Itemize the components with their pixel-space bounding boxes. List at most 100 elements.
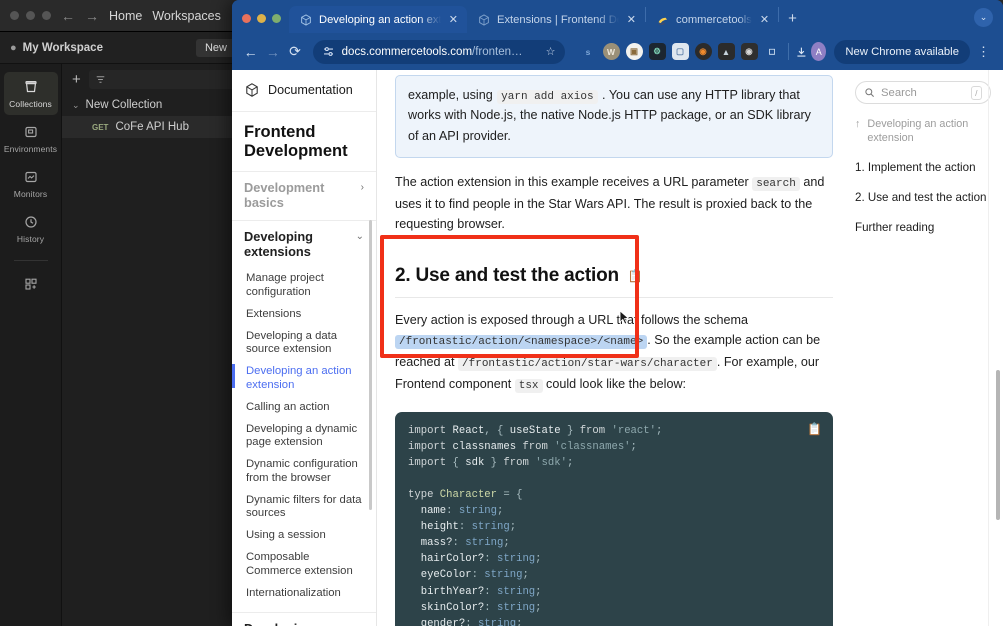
docs-sidebar-header[interactable]: Documentation xyxy=(232,70,376,112)
extension-book-icon[interactable]: ▢ xyxy=(671,43,689,60)
window-minimize-button[interactable] xyxy=(257,14,266,23)
code-token: { xyxy=(452,456,466,469)
extension-w-icon[interactable]: W xyxy=(602,43,620,60)
sidebar-item-calling-an-action[interactable]: Calling an action xyxy=(232,397,376,419)
extension-duck-icon[interactable]: ◻ xyxy=(763,43,781,60)
collection-row[interactable]: ⌄ New Collection xyxy=(62,94,246,116)
code-token: } xyxy=(560,424,580,437)
tab-strip: Developing an action extensi ✕ Extension… xyxy=(232,0,1003,33)
extension-gear-icon[interactable]: ⚙ xyxy=(648,43,666,60)
sidebar-scrollbar[interactable] xyxy=(369,220,372,510)
main-content: example, using yarn add axios . You can … xyxy=(377,70,843,626)
mac-window-controls[interactable] xyxy=(240,14,289,33)
code-token: import xyxy=(408,440,453,453)
postman-body: Collections Environments Monitors Histor… xyxy=(0,64,246,626)
address-bar[interactable]: docs.commercetools.com/fronten… ☆ xyxy=(312,39,565,64)
sidebar-item-internationalization[interactable]: Internationalization xyxy=(232,583,376,605)
extension-s-icon[interactable]: s xyxy=(579,43,597,60)
new-tab-button[interactable]: + xyxy=(779,10,806,33)
sidebar-item-using-a-session[interactable]: Using a session xyxy=(232,525,376,547)
postman-forward-icon[interactable]: → xyxy=(85,9,99,23)
heading-rule xyxy=(395,296,833,298)
nav-item-wrap: Manage project configuration xyxy=(232,268,376,304)
postman-home-link[interactable]: Home xyxy=(109,9,142,23)
profile-avatar[interactable]: A xyxy=(811,42,827,61)
request-name: CoFe API Hub xyxy=(115,121,189,133)
browser-tab-3[interactable]: commercetools ✕ xyxy=(646,6,778,33)
postman-window-controls[interactable] xyxy=(10,11,51,20)
nav-group-developing-components[interactable]: Developing components › xyxy=(232,612,376,626)
code-line: hairColor?: string; xyxy=(408,551,820,567)
sidebar-item-dynamic-filters-for-data-sources[interactable]: Dynamic filters for data sources xyxy=(232,490,376,526)
sidebar-item-extensions[interactable]: Extensions xyxy=(232,304,376,326)
tab-search-button[interactable]: ⌄ xyxy=(974,8,993,27)
filter-input[interactable] xyxy=(88,69,236,89)
sidebar-item-environments[interactable]: Environments xyxy=(4,117,58,160)
code-line: mass?: string; xyxy=(408,535,820,551)
sidebar-item-dynamic-configuration-from-the-browser[interactable]: Dynamic configuration from the browser xyxy=(232,454,376,490)
update-chrome-button[interactable]: New Chrome available xyxy=(834,39,970,64)
sidebar-item-developing-an-action-extension[interactable]: Developing an action extension xyxy=(232,361,376,397)
download-icon[interactable] xyxy=(795,44,808,60)
sidebar-item-composable-commerce-extension[interactable]: Composable Commerce extension xyxy=(232,547,376,583)
sidebar-item-collections[interactable]: Collections xyxy=(3,72,58,115)
commercetools-docs-favicon xyxy=(301,13,311,26)
sidebar-item-apps-add[interactable] xyxy=(4,269,58,298)
code-line: import classnames from 'classnames'; xyxy=(408,439,820,455)
copy-link-icon[interactable]: 📋 xyxy=(628,269,643,283)
code-token: Character xyxy=(439,488,498,501)
toc-item-implement-the-action[interactable]: 1. Implement the action xyxy=(855,160,991,175)
window-close-dot[interactable] xyxy=(10,11,19,20)
sidebar-item-developing-a-data-source-extension[interactable]: Developing a data source extension xyxy=(232,326,376,362)
window-minimize-dot[interactable] xyxy=(26,11,35,20)
nav-group-label: Developing components xyxy=(244,621,355,626)
page-scrollbar[interactable] xyxy=(996,370,1000,520)
toc-parent-link[interactable]: ↑ Developing an action extension xyxy=(855,117,991,145)
nav-group-developing-extensions[interactable]: Developing extensions ⌄ xyxy=(232,219,376,269)
chevron-down-icon[interactable]: ⌄ xyxy=(356,229,364,242)
inline-code-search: search xyxy=(752,177,800,192)
chevron-right-icon[interactable]: › xyxy=(361,621,364,626)
window-close-button[interactable] xyxy=(242,14,251,23)
close-icon[interactable]: ✕ xyxy=(625,13,638,26)
postman-back-icon[interactable]: ← xyxy=(61,9,75,23)
search-input[interactable]: Search / xyxy=(855,81,991,104)
tune-icon[interactable] xyxy=(322,45,335,58)
sidebar-item-manage-project-configuration[interactable]: Manage project configuration xyxy=(232,268,376,304)
request-row[interactable]: GET CoFe API Hub xyxy=(62,116,246,138)
nav-group-development-basics[interactable]: Development basics › xyxy=(232,170,376,220)
toc-item-use-and-test-the-action[interactable]: 2. Use and test the action xyxy=(855,190,991,205)
extension-camera-icon[interactable]: ◉ xyxy=(740,43,758,60)
sidebar-item-history[interactable]: History xyxy=(4,207,58,250)
copy-icon[interactable]: 📋 xyxy=(807,421,822,439)
paragraph-url-schema: Every action is exposed through a URL th… xyxy=(395,310,833,396)
bookmark-star-icon[interactable]: ☆ xyxy=(546,45,556,58)
close-icon[interactable]: ✕ xyxy=(447,13,460,26)
extension-target-icon[interactable]: ◉ xyxy=(694,43,712,60)
reload-icon[interactable]: ⟳ xyxy=(285,43,304,60)
toc-item-further-reading[interactable]: Further reading xyxy=(855,220,991,235)
window-maximize-dot[interactable] xyxy=(42,11,51,20)
chrome-menu-icon[interactable]: ⋮ xyxy=(973,45,994,58)
sidebar-item-monitors[interactable]: Monitors xyxy=(4,162,58,205)
browser-tab-1[interactable]: Developing an action extensi ✕ xyxy=(289,6,467,33)
tab-title: commercetools xyxy=(676,13,752,26)
new-button[interactable]: New xyxy=(195,38,236,57)
chevron-right-icon[interactable]: › xyxy=(361,180,364,193)
extension-news-icon[interactable]: ▣ xyxy=(625,43,643,60)
info-callout: example, using yarn add axios . You can … xyxy=(395,75,833,159)
code-line: skinColor?: string; xyxy=(408,600,820,616)
chevron-down-icon[interactable]: ⌄ xyxy=(72,100,80,111)
para2-part4: could look like the below: xyxy=(546,376,687,391)
browser-tab-2[interactable]: Extensions | Frontend Develo ✕ xyxy=(467,6,645,33)
close-icon[interactable]: ✕ xyxy=(758,13,771,26)
inline-code-action-url: /frontastic/action/star-wars/character xyxy=(458,356,717,371)
back-icon[interactable]: ← xyxy=(241,44,260,60)
postman-workspaces-menu[interactable]: Workspaces xyxy=(152,9,221,23)
sidebar-item-developing-a-dynamic-page-extension[interactable]: Developing a dynamic page extension xyxy=(232,419,376,455)
add-collection-button[interactable]: + xyxy=(72,71,81,88)
window-maximize-button[interactable] xyxy=(272,14,281,23)
forward-icon[interactable]: → xyxy=(263,44,282,60)
extension-pattern-icon[interactable]: ▲ xyxy=(717,43,735,60)
code-token: 'classnames' xyxy=(554,440,631,453)
